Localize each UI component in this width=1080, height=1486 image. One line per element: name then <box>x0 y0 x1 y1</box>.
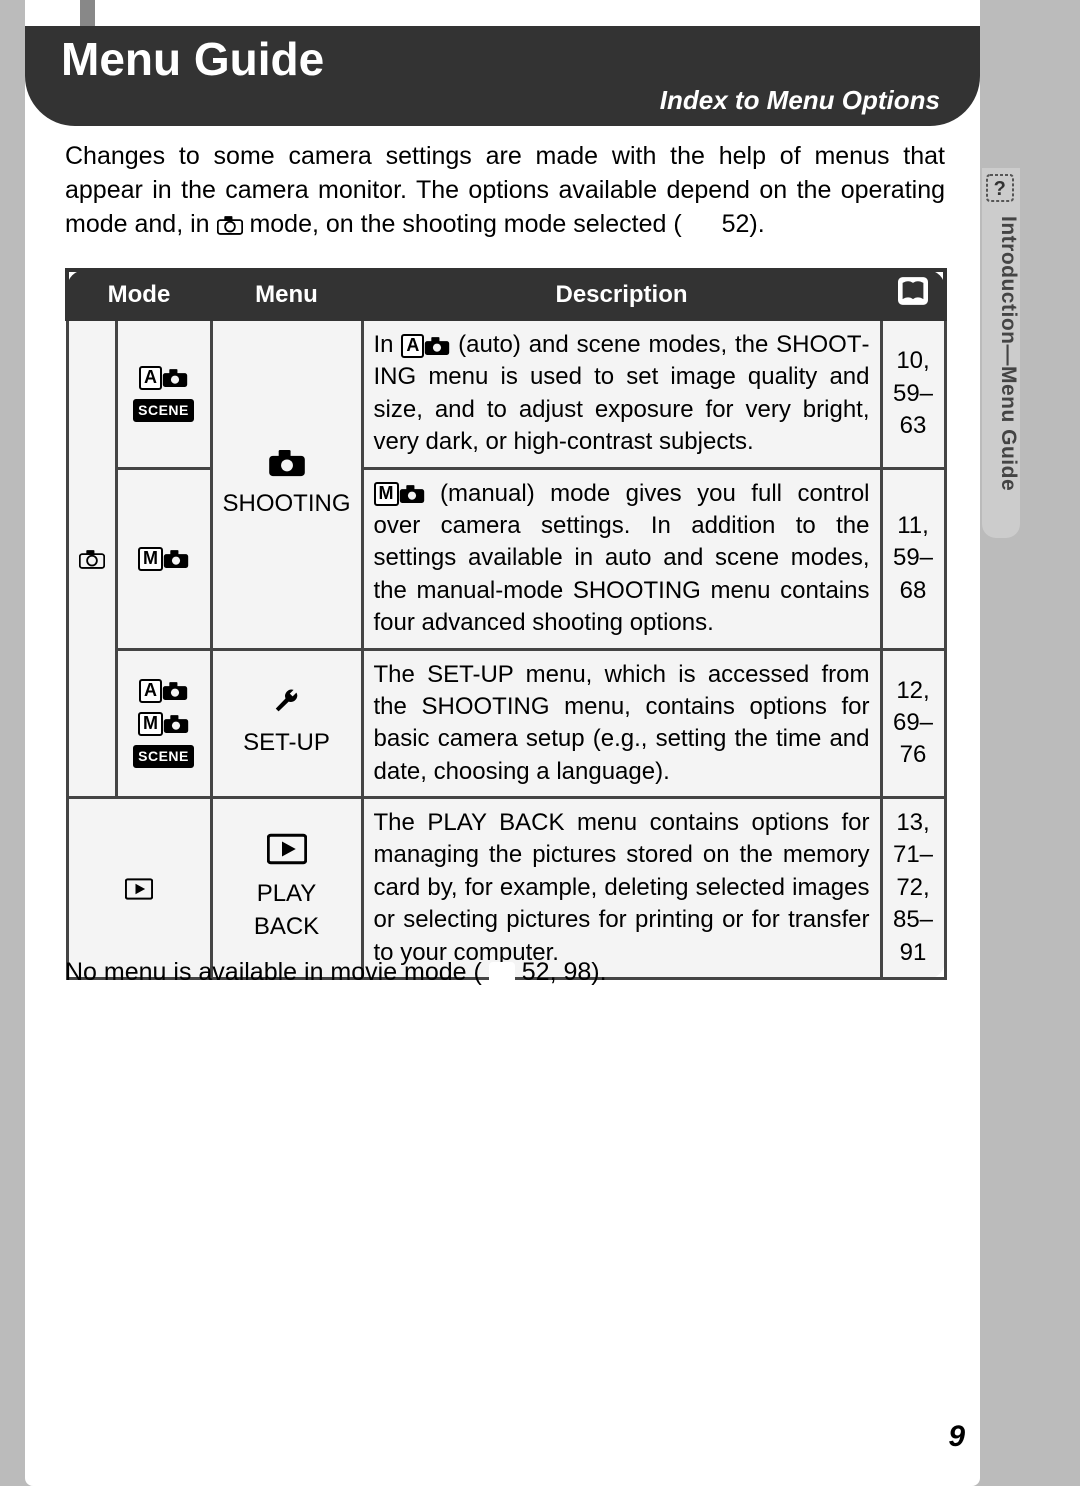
playback-icon <box>267 833 307 865</box>
section-side-tab: ? Introduction—Menu Guide <box>982 168 1020 538</box>
table-row: M M (manual) mode gives you full control… <box>67 468 945 649</box>
col-mode: Mode <box>67 270 211 319</box>
scene-mode-icon: SCENE <box>133 399 194 422</box>
auto-mode-icon: A <box>139 679 162 703</box>
book-page-icon <box>689 208 715 242</box>
playback-mode-icon <box>125 878 153 900</box>
description-cell: In A (auto) and scene modes, the SHOOT­I… <box>362 319 881 468</box>
intro-text-3: 52). <box>722 210 765 238</box>
help-icon: ? <box>986 174 1014 202</box>
camera-icon <box>268 448 306 478</box>
col-description: Description <box>362 270 881 319</box>
camera-icon <box>163 714 189 734</box>
camera-icon <box>163 549 189 569</box>
mode-group-camera-icon <box>67 319 116 798</box>
camera-icon <box>399 484 425 504</box>
auto-mode-icon: A <box>401 334 424 358</box>
table-header-row: Mode Menu Description <box>67 270 945 319</box>
mode-manual: M <box>116 468 211 649</box>
description-cell: The SET-UP menu, which is accessed from … <box>362 649 881 798</box>
camera-icon <box>162 368 188 388</box>
page-ref: 10, 59–63 <box>881 319 945 468</box>
menu-label: SET-UP <box>243 729 330 756</box>
menu-setup: SET-UP <box>211 649 362 798</box>
camera-icon <box>162 681 188 701</box>
menu-guide-table: Mode Menu Description A SCENE SHOOTING I… <box>65 268 947 980</box>
note-paragraph: No menu is available in movie mode ( 52,… <box>65 958 607 988</box>
intro-paragraph: Changes to some camera settings are made… <box>65 140 945 242</box>
manual-mode-icon: M <box>138 547 163 571</box>
intro-text-2: mode, on the shooting mode selected ( <box>249 210 681 238</box>
page-subtitle: Index to Menu Options <box>660 85 940 116</box>
book-page-icon <box>489 959 515 988</box>
col-menu: Menu <box>211 270 362 319</box>
mode-auto-scene: A SCENE <box>116 319 211 468</box>
mode-playback <box>67 798 211 979</box>
camera-icon <box>217 208 243 242</box>
manual-mode-icon: M <box>138 712 163 736</box>
manual-mode-icon: M <box>374 482 399 506</box>
desc-text: In <box>374 331 402 358</box>
page-ref: 11, 59–68 <box>881 468 945 649</box>
table-row: PLAY BACK The PLAY BACK menu contains op… <box>67 798 945 979</box>
col-page-ref-icon <box>881 270 945 319</box>
tab-notch <box>80 0 95 28</box>
table-row: A M SCENE SET-UP The SET-UP menu, which … <box>67 649 945 798</box>
table-row: A SCENE SHOOTING In A (auto) and scene m… <box>67 319 945 468</box>
side-tab-label: Introduction—Menu Guide <box>997 216 1020 491</box>
note-text-2: 52, 98). <box>522 958 607 986</box>
description-cell: The PLAY BACK menu contains options for … <box>362 798 881 979</box>
auto-mode-icon: A <box>139 366 162 390</box>
description-cell: M (manual) mode gives you full control o… <box>362 468 881 649</box>
page-ref: 13, 71–72, 85–91 <box>881 798 945 979</box>
wrench-icon <box>272 687 302 717</box>
title-bar: Menu Guide Index to Menu Options <box>25 26 980 126</box>
menu-shooting: SHOOTING <box>211 319 362 649</box>
desc-text: (manual) mode gives you full control ove… <box>374 480 870 637</box>
menu-label: SHOOTING <box>223 490 351 517</box>
svg-text:?: ? <box>994 178 1007 200</box>
mode-auto-manual-scene: A M SCENE <box>116 649 211 798</box>
camera-icon <box>424 336 450 356</box>
scene-mode-icon: SCENE <box>133 745 194 768</box>
menu-playback: PLAY BACK <box>211 798 362 979</box>
page-title: Menu Guide <box>61 32 944 86</box>
note-text-1: No menu is available in movie mode ( <box>65 958 482 986</box>
menu-label: PLAY BACK <box>254 880 319 939</box>
page-number: 9 <box>948 1420 965 1454</box>
page-ref: 12, 69–76 <box>881 649 945 798</box>
